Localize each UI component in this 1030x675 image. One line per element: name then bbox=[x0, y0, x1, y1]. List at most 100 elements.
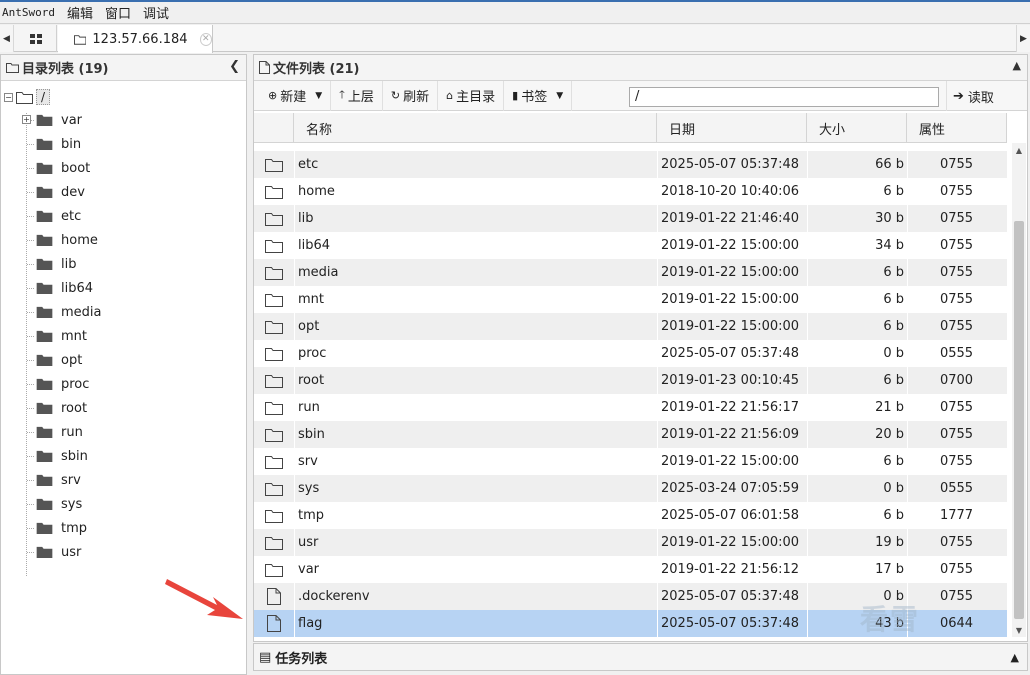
column-separator bbox=[907, 205, 908, 232]
tree-item-root[interactable]: root bbox=[1, 396, 246, 420]
plus-circle-icon: ⊕ bbox=[268, 89, 278, 102]
column-separator bbox=[807, 232, 808, 259]
column-separator bbox=[657, 610, 658, 637]
tree-item-srv[interactable]: srv bbox=[1, 468, 246, 492]
tree-item-etc[interactable]: etc bbox=[1, 204, 246, 228]
menu-window[interactable]: 窗口 bbox=[99, 3, 137, 22]
column-separator bbox=[907, 475, 908, 502]
up-button[interactable]: 🡑 上层 bbox=[331, 80, 383, 111]
file-perm-cell: 1777 bbox=[939, 508, 974, 523]
tree-item-dev[interactable]: dev bbox=[1, 180, 246, 204]
home-dir-button[interactable]: ⌂ 主目录 bbox=[438, 80, 505, 111]
tree-item-proc[interactable]: proc bbox=[1, 372, 246, 396]
caret-down-icon: ▼ bbox=[315, 90, 323, 101]
scroll-down-icon[interactable]: ▼ bbox=[1012, 623, 1026, 637]
tree-branch-line bbox=[27, 432, 34, 433]
read-button[interactable]: ➔ 读取 bbox=[946, 81, 994, 111]
file-row[interactable]: mnt 2019-01-22 15:00:00 6 b 0755 bbox=[254, 286, 1007, 313]
column-header-name[interactable]: 名称 bbox=[294, 113, 657, 143]
expand-toggle-icon[interactable]: + bbox=[22, 115, 31, 124]
new-button[interactable]: ⊕ 新建 ▼ bbox=[260, 80, 332, 111]
file-name-cell: sys bbox=[298, 481, 320, 496]
folder-outline-icon bbox=[264, 367, 284, 394]
tab-connection[interactable]: 123.57.66.184 ✕ bbox=[58, 25, 213, 53]
file-perm-cell: 0755 bbox=[939, 454, 974, 469]
arrow-up-icon: 🡑 bbox=[339, 88, 345, 101]
tree-item-lib[interactable]: lib bbox=[1, 252, 246, 276]
file-row[interactable]: opt 2019-01-22 15:00:00 6 b 0755 bbox=[254, 313, 1007, 340]
menu-edit[interactable]: 编辑 bbox=[61, 3, 99, 22]
tab-close-icon[interactable]: ✕ bbox=[199, 32, 212, 46]
tree-item-boot[interactable]: boot bbox=[1, 156, 246, 180]
file-row[interactable]: lib64 2019-01-22 15:00:00 34 b 0755 bbox=[254, 232, 1007, 259]
task-panel-header[interactable]: ▤ 任务列表 ▲ bbox=[253, 643, 1028, 671]
file-outline-icon bbox=[264, 583, 284, 610]
file-row[interactable]: media 2019-01-22 15:00:00 6 b 0755 bbox=[254, 259, 1007, 286]
collapse-left-icon[interactable]: ❮ bbox=[229, 59, 240, 74]
file-row[interactable]: sys 2025-03-24 07:05:59 0 b 0555 bbox=[254, 475, 1007, 502]
file-size-cell: 34 b bbox=[875, 238, 904, 253]
file-row[interactable]: usr 2019-01-22 15:00:00 19 b 0755 bbox=[254, 529, 1007, 556]
tab-bar: ◀ 123.57.66.184 ✕ ▶ bbox=[0, 25, 1030, 53]
menu-debug[interactable]: 调试 bbox=[137, 3, 175, 22]
file-row[interactable]: etc 2025-05-07 05:37:48 66 b 0755 bbox=[254, 151, 1007, 178]
refresh-button[interactable]: ↻ 刷新 bbox=[383, 80, 439, 111]
tab-scroll-right-icon[interactable]: ▶ bbox=[1016, 25, 1030, 52]
bookmark-button[interactable]: ▮ 书签 ▼ bbox=[504, 80, 573, 111]
refresh-icon: ↻ bbox=[390, 89, 401, 102]
tree-item-sbin[interactable]: sbin bbox=[1, 444, 246, 468]
tree-item-media[interactable]: media bbox=[1, 300, 246, 324]
file-row[interactable]: var 2019-01-22 21:56:12 17 b 0755 bbox=[254, 556, 1007, 583]
tree-item-home[interactable]: home bbox=[1, 228, 246, 252]
folder-outline-icon bbox=[264, 151, 284, 178]
file-row[interactable]: lib 2019-01-22 21:46:40 30 b 0755 bbox=[254, 205, 1007, 232]
tree-item-opt[interactable]: opt bbox=[1, 348, 246, 372]
column-header-date[interactable]: 日期 bbox=[657, 113, 807, 143]
column-header-icon[interactable] bbox=[254, 113, 294, 143]
file-name-cell: srv bbox=[298, 454, 318, 469]
tree-item-usr[interactable]: usr bbox=[1, 540, 246, 564]
tab-home[interactable] bbox=[15, 25, 57, 52]
tree-item-sys[interactable]: sys bbox=[1, 492, 246, 516]
file-row[interactable]: root 2019-01-23 00:10:45 6 b 0700 bbox=[254, 367, 1007, 394]
column-header-size[interactable]: 大小 bbox=[807, 113, 907, 143]
tree-item-lib64[interactable]: lib64 bbox=[1, 276, 246, 300]
column-header-perm[interactable]: 属性 bbox=[907, 113, 1007, 143]
column-separator bbox=[294, 232, 295, 259]
tree-item-run[interactable]: run bbox=[1, 420, 246, 444]
file-row[interactable]: tmp 2025-05-07 06:01:58 6 b 1777 bbox=[254, 502, 1007, 529]
tree-item-bin[interactable]: bin bbox=[1, 132, 246, 156]
file-row[interactable]: sbin 2019-01-22 21:56:09 20 b 0755 bbox=[254, 421, 1007, 448]
file-row[interactable]: srv 2019-01-22 15:00:00 6 b 0755 bbox=[254, 448, 1007, 475]
column-separator bbox=[294, 583, 295, 610]
menu-app-name[interactable]: AntSword bbox=[0, 6, 61, 19]
scrollbar-thumb[interactable] bbox=[1014, 221, 1024, 619]
collapse-up-icon[interactable]: ▲ bbox=[1013, 59, 1021, 72]
file-size-cell: 6 b bbox=[883, 508, 904, 523]
file-row[interactable]: proc 2025-05-07 05:37:48 0 b 0555 bbox=[254, 340, 1007, 367]
file-perm-cell: 0700 bbox=[939, 373, 974, 388]
file-name-cell: home bbox=[298, 184, 335, 199]
tree-item-var[interactable]: + var bbox=[1, 108, 246, 132]
tree-item-tmp[interactable]: tmp bbox=[1, 516, 246, 540]
file-perm-cell: 0755 bbox=[939, 265, 974, 280]
tree-item-mnt[interactable]: mnt bbox=[1, 324, 246, 348]
column-separator bbox=[807, 583, 808, 610]
file-grid-scrollbar[interactable]: ▲ ▼ bbox=[1012, 143, 1026, 637]
directory-tree: − / + var bin boot dev etc home lib lib64 media mn… bbox=[1, 81, 246, 576]
folder-icon bbox=[36, 138, 53, 150]
tab-scroll-left-icon[interactable]: ◀ bbox=[0, 25, 14, 52]
scroll-up-icon[interactable]: ▲ bbox=[1012, 143, 1026, 157]
file-row[interactable]: home 2018-10-20 10:40:06 6 b 0755 bbox=[254, 178, 1007, 205]
tree-branch-line bbox=[27, 288, 34, 289]
file-perm-cell: 0755 bbox=[939, 319, 974, 334]
collapse-toggle-icon[interactable]: − bbox=[4, 92, 13, 102]
expand-up-icon[interactable]: ▲ bbox=[1011, 651, 1019, 664]
file-row[interactable]: run 2019-01-22 21:56:17 21 b 0755 bbox=[254, 394, 1007, 421]
file-perm-cell: 0755 bbox=[939, 562, 974, 577]
tree-root[interactable]: − / bbox=[1, 86, 246, 108]
column-separator bbox=[907, 259, 908, 286]
file-toolbar: ⊕ 新建 ▼ 🡑 上层 ↻ 刷新 ⌂ 主目录 ▮ 书签 ▼ / ➔ 读取 bbox=[254, 80, 1027, 111]
tree-item-label: bin bbox=[61, 136, 82, 152]
path-input[interactable]: / bbox=[629, 87, 939, 107]
